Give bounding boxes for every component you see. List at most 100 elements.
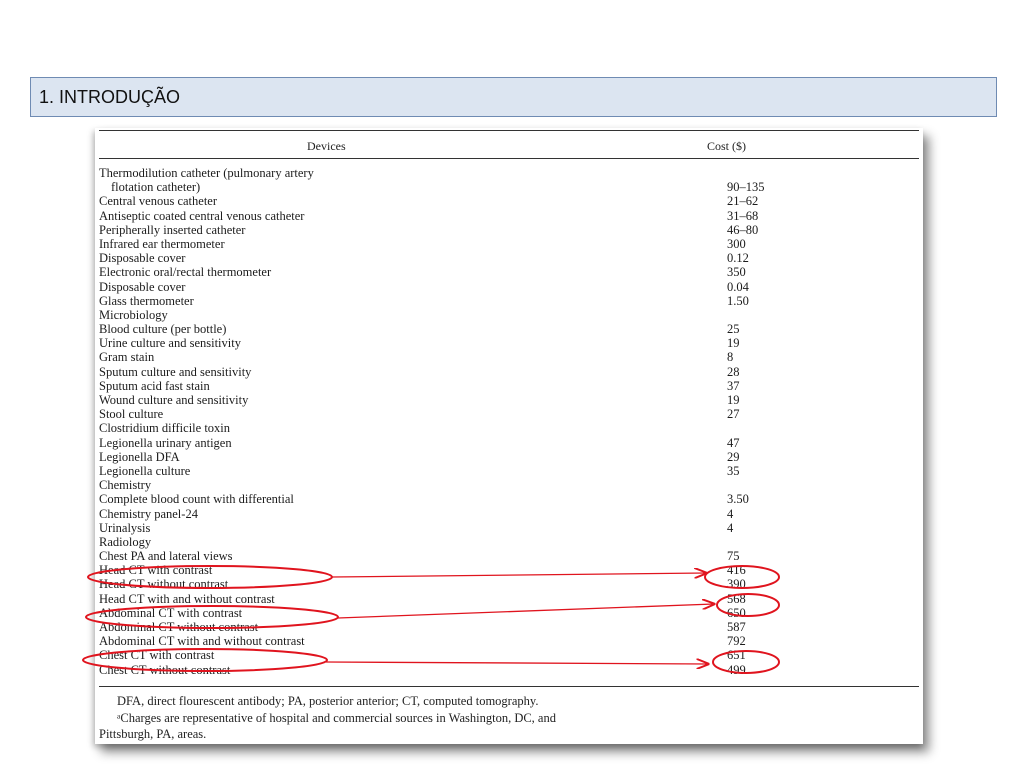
device-name: Abdominal CT with contrast xyxy=(99,605,243,620)
device-name: Glass thermometer xyxy=(99,293,194,308)
table-row: Radiology xyxy=(99,535,909,549)
section-title: 1. INTRODUÇÃO xyxy=(39,87,181,107)
device-cost: 3.50 xyxy=(727,492,749,507)
column-header-devices: Devices xyxy=(307,139,346,153)
table-row: Chemistry panel-24 4 xyxy=(99,507,909,521)
device-name: Chest CT without contrast xyxy=(99,662,231,677)
table-row: Microbiology xyxy=(99,308,909,322)
footnote-abbreviations: DFA, direct flourescent antibody; PA, po… xyxy=(117,694,539,708)
device-name: Thermodilution catheter (pulmonary arter… xyxy=(99,166,314,180)
table-row: Blood culture (per bottle) 25 xyxy=(99,322,909,336)
table-row: Abdominal CT without contrast 587 xyxy=(99,620,909,634)
device-name: Legionella culture xyxy=(99,463,191,478)
device-cost: 19 xyxy=(727,336,740,351)
device-name: Wound culture and sensitivity xyxy=(99,393,249,407)
device-name: Infrared ear thermometer xyxy=(99,236,225,251)
table-row: Sputum culture and sensitivity 28 xyxy=(99,365,909,379)
device-name: Head CT without contrast xyxy=(99,577,229,592)
device-cost: 27 xyxy=(727,407,740,422)
device-cost: 792 xyxy=(727,634,746,649)
table-row: Legionella urinary antigen 47 xyxy=(99,436,909,450)
table-row: Stool culture 27 xyxy=(99,407,909,421)
device-cost: 4 xyxy=(727,506,734,521)
device-name: Head CT with contrast xyxy=(99,563,213,578)
device-name: Abdominal CT with and without contrast xyxy=(99,634,305,649)
device-name: Head CT with and without contrast xyxy=(99,591,275,606)
device-name: Sputum acid fast stain xyxy=(99,378,210,393)
device-cost: 35 xyxy=(727,463,740,478)
device-name: Stool culture xyxy=(99,407,164,422)
table-body: Thermodilution catheter (pulmonary arter… xyxy=(99,166,909,677)
table-row: Chest CT with contrast 651 xyxy=(99,648,909,662)
device-cost: 47 xyxy=(727,435,740,450)
section-header-bar: 1. INTRODUÇÃO xyxy=(30,77,997,117)
device-name: Disposable cover xyxy=(99,279,186,294)
device-cost: 568 xyxy=(727,591,746,606)
table-row: Urinalysis 4 xyxy=(99,521,909,535)
table-header-rule xyxy=(99,158,919,159)
device-cost: 390 xyxy=(727,577,746,592)
device-cost: 587 xyxy=(727,620,746,634)
device-name: Central venous catheter xyxy=(99,194,218,209)
device-name: Blood culture (per bottle) xyxy=(99,322,227,337)
device-cost: 75 xyxy=(727,549,740,564)
device-name: Chest CT with contrast xyxy=(99,648,215,663)
device-name: Chemistry panel-24 xyxy=(99,506,198,521)
device-cost: 1.50 xyxy=(727,293,749,308)
table-row: Sputum acid fast stain 37 xyxy=(99,379,909,393)
device-cost: 46–80 xyxy=(727,222,759,237)
table-row: Antiseptic coated central venous cathete… xyxy=(99,209,909,223)
device-name: flotation catheter) xyxy=(111,180,201,195)
cost-table-image: Devices Cost ($) Thermodilution catheter… xyxy=(95,128,923,744)
table-row: Complete blood count with differential 3.… xyxy=(99,492,909,506)
device-cost: 0.04 xyxy=(727,279,749,294)
device-name: Electronic oral/rectal thermometer xyxy=(99,265,272,280)
table-row: Legionella DFA 29 xyxy=(99,450,909,464)
table-row: Central venous catheter 21–62 xyxy=(99,194,909,208)
table-row: Head CT with and without contrast 568 xyxy=(99,592,909,606)
table-row: Disposable cover 0.12 xyxy=(99,251,909,265)
device-cost: 28 xyxy=(727,364,740,379)
device-cost: 650 xyxy=(727,605,746,620)
table-row: Clostridium difficile toxin xyxy=(99,421,909,435)
device-cost: 0.12 xyxy=(727,251,749,266)
table-bottom-rule xyxy=(99,686,919,687)
device-cost: 350 xyxy=(727,265,746,280)
footnote-charges-cont: Pittsburgh, PA, areas. xyxy=(99,727,207,741)
device-name: Antiseptic coated central venous cathete… xyxy=(99,208,305,223)
table-row: Urine culture and sensitivity 19 xyxy=(99,336,909,350)
device-cost: 37 xyxy=(727,378,740,393)
footnote-charges: ᵃCharges are representative of hospital … xyxy=(117,711,556,725)
device-cost: 499 xyxy=(727,662,746,677)
device-name: Urinalysis xyxy=(99,520,151,535)
column-header-cost: Cost ($) xyxy=(707,139,746,153)
table-row: Thermodilution catheter (pulmonary arter… xyxy=(99,166,909,180)
device-cost: 300 xyxy=(727,236,746,251)
device-cost: 25 xyxy=(727,322,740,337)
table-row: Chest CT without contrast 499 xyxy=(99,663,909,677)
device-cost: 8 xyxy=(727,350,734,365)
table-row: Gram stain 8 xyxy=(99,350,909,364)
device-name: Disposable cover xyxy=(99,251,186,266)
table-row: Electronic oral/rectal thermometer 350 xyxy=(99,265,909,279)
device-cost: 19 xyxy=(727,393,740,407)
device-name: Complete blood count with differential xyxy=(99,492,294,507)
table-row: Abdominal CT with and without contrast 79… xyxy=(99,634,909,648)
device-name: Abdominal CT without contrast xyxy=(99,620,259,634)
device-name: Urine culture and sensitivity xyxy=(99,336,241,351)
table-row: Chemistry xyxy=(99,478,909,492)
device-cost: 4 xyxy=(727,520,734,535)
device-name: Chemistry xyxy=(99,478,152,493)
device-cost: 90–135 xyxy=(727,180,765,195)
device-name: Microbiology xyxy=(99,307,168,322)
device-name: Radiology xyxy=(99,534,152,549)
device-name: Sputum culture and sensitivity xyxy=(99,364,252,379)
table-row: Abdominal CT with contrast 650 xyxy=(99,606,909,620)
table-row: Wound culture and sensitivity 19 xyxy=(99,393,909,407)
table-row: flotation catheter) 90–135 xyxy=(99,180,909,194)
device-cost: 416 xyxy=(727,563,746,578)
device-cost: 21–62 xyxy=(727,194,759,209)
table-row: Peripherally inserted catheter 46–80 xyxy=(99,223,909,237)
device-cost: 29 xyxy=(727,449,740,464)
device-cost: 651 xyxy=(727,648,746,663)
